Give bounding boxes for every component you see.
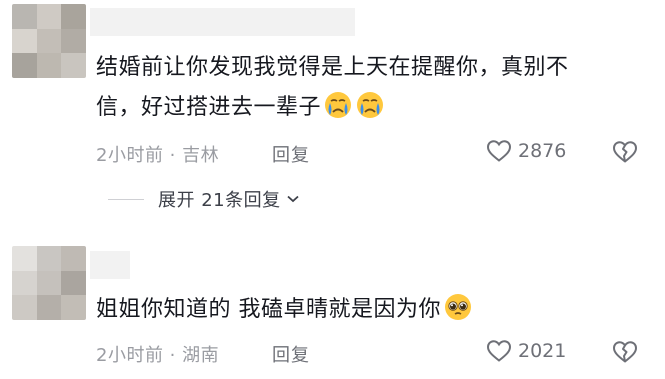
comment-text-segment: 信，好过搭进去一辈子 [96,95,322,120]
like-count: 2021 [518,340,567,362]
reply-button[interactable]: 回复 [272,341,310,367]
comment-meta: 2小时前 · 吉林 [96,145,220,166]
expand-replies-label: 展开 21条回复 [158,190,281,211]
avatar[interactable] [12,246,86,320]
comment-meta: 2小时前 · 湖南 [96,345,220,366]
heart-icon [486,140,512,162]
comment-text: 结婚前让你发现我觉得是上天在提醒你，真别不 信，好过搭进去一辈子 [96,48,569,128]
username[interactable] [90,8,355,36]
comment-text-line: 姐姐你知道的 我磕卓晴就是因为你 [96,290,473,330]
comment-text-line: 信，好过搭进去一辈子 [96,88,569,128]
pleading-face-icon [445,294,471,320]
username[interactable] [90,251,130,279]
dislike-button[interactable] [612,340,638,368]
broken-heart-icon [613,341,637,363]
crying-face-icon [325,92,352,118]
avatar[interactable] [12,4,86,78]
broken-heart-icon [613,141,637,163]
comment-text-line: 结婚前让你发现我觉得是上天在提醒你，真别不 [96,55,569,80]
crying-face-icon [357,92,384,118]
like-button[interactable]: 2021 [486,339,566,363]
expand-replies-button[interactable]: 展开 21条回复 [108,186,299,212]
like-button[interactable]: 2876 [486,139,566,163]
divider [108,198,144,200]
comment-text-segment: 姐姐你知道的 我磕卓晴就是因为你 [96,297,441,322]
like-count: 2876 [518,140,567,162]
comment-text: 姐姐你知道的 我磕卓晴就是因为你 [96,290,473,330]
heart-icon [486,340,512,362]
reply-button[interactable]: 回复 [272,141,310,167]
dislike-button[interactable] [612,140,638,168]
chevron-down-icon [287,195,299,203]
